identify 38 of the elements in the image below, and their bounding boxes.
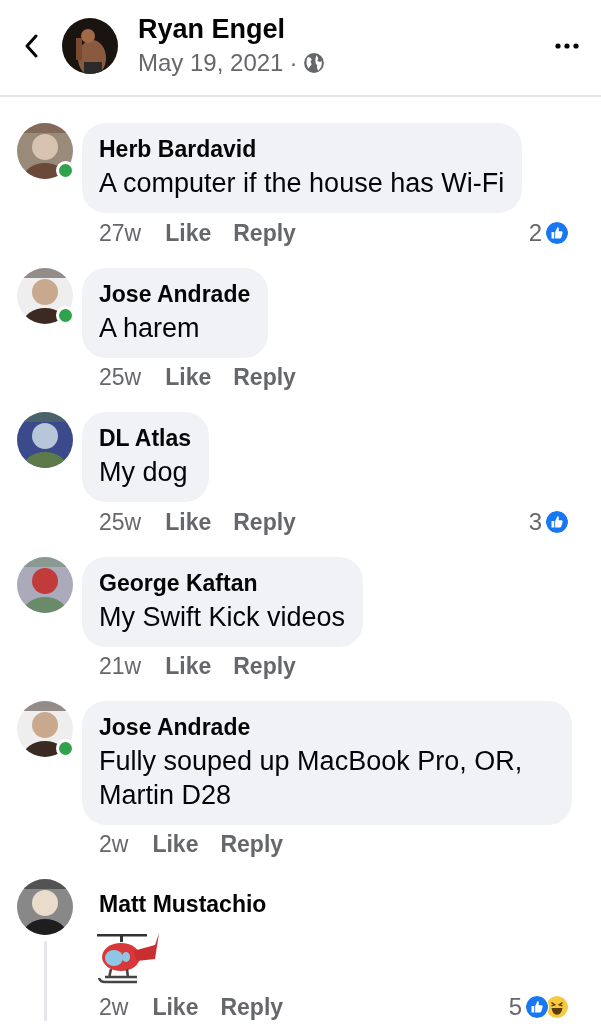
like-link[interactable]: Like [152,831,199,858]
like-link[interactable]: Like [165,653,212,680]
comment-time: 27w [99,219,142,247]
reply-link[interactable]: Reply [233,364,296,391]
commenter-name[interactable]: Matt Mustachio [82,879,284,919]
commenter-name[interactable]: Herb Bardavid [99,134,505,164]
comment-time: 21w [99,653,142,680]
reaction-count[interactable]: 2 [528,219,542,247]
comment-text: My dog [99,456,189,489]
reply-link[interactable]: Reply [220,993,284,1021]
more-icon[interactable] [555,42,579,49]
reply-link[interactable]: Reply [233,508,296,536]
commenter-name[interactable]: George Kaftan [99,568,346,598]
reaction-count[interactable]: 5 [508,993,522,1021]
comment-text: A computer if the house has Wi-Fi [99,167,505,200]
reply-link[interactable]: Reply [220,831,284,858]
like-link[interactable]: Like [165,508,212,536]
separator: · [289,49,298,77]
commenter-name[interactable]: Jose Andrade [99,712,554,742]
comment-time: 2w [99,993,129,1021]
comment-text: My Swift Kick videos [99,601,346,634]
comment-time: 25w [99,508,142,536]
globe-icon [303,52,326,74]
reply-link[interactable]: Reply [233,653,296,680]
reply-link[interactable]: Reply [233,219,296,247]
comment-text: A harem [99,312,201,345]
back-icon[interactable] [24,33,38,58]
reaction-count[interactable]: 3 [528,508,542,536]
commenter-name[interactable]: Jose Andrade [99,279,251,309]
comment-time: 25w [99,364,142,391]
comment-text: Fully souped up MacBook Pro, OR, Martin D28 [99,745,524,812]
commenter-name[interactable]: DL Atlas [99,423,192,453]
like-link[interactable]: Like [152,993,199,1021]
comment-time: 2w [99,831,129,858]
author-name[interactable]: Ryan Engel [138,14,535,45]
post-date[interactable]: May 19, 2021 [138,49,284,77]
like-link[interactable]: Like [165,364,212,391]
like-link[interactable]: Like [165,219,212,247]
